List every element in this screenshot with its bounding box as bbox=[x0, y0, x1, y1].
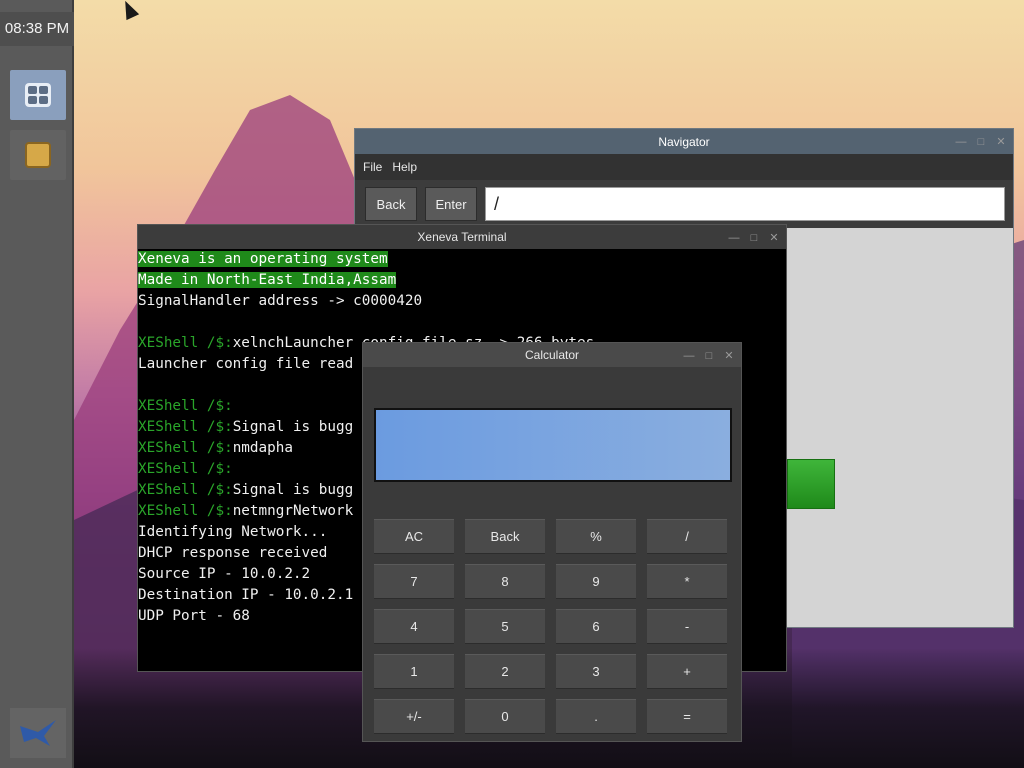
minimize-icon[interactable]: — bbox=[955, 136, 967, 148]
terminal-text: UDP Port - 68 bbox=[138, 608, 250, 624]
terminal-title: Xeneva Terminal bbox=[417, 230, 507, 244]
calc-key[interactable]: / bbox=[647, 519, 727, 553]
terminal-text: nmdapha bbox=[232, 440, 293, 456]
maximize-icon[interactable]: □ bbox=[748, 232, 760, 244]
xeneva-logo-icon bbox=[20, 720, 56, 746]
terminal-titlebar[interactable]: Xeneva Terminal — □ ✕ bbox=[138, 225, 786, 249]
calc-key[interactable]: . bbox=[556, 699, 636, 733]
calc-key[interactable]: 6 bbox=[556, 609, 636, 643]
minimize-icon[interactable]: — bbox=[683, 350, 695, 362]
terminal-line: Made in North-East India,Assam bbox=[138, 270, 786, 291]
dock-files-button[interactable] bbox=[10, 130, 66, 180]
calc-key[interactable]: 4 bbox=[374, 609, 454, 643]
maximize-icon[interactable]: □ bbox=[703, 350, 715, 362]
path-input[interactable]: / bbox=[485, 187, 1005, 221]
calc-key[interactable]: 7 bbox=[374, 564, 454, 598]
terminal-text: Source IP - 10.0.2.2 bbox=[138, 566, 311, 582]
files-icon bbox=[25, 142, 51, 168]
navigator-toolbar: Back Enter / bbox=[355, 180, 1013, 228]
terminal-text: Made in North-East India,Assam bbox=[138, 272, 397, 288]
calc-key[interactable]: AC bbox=[374, 519, 454, 553]
file-item[interactable] bbox=[787, 459, 835, 509]
calc-key[interactable]: + bbox=[647, 654, 727, 688]
maximize-icon[interactable]: □ bbox=[975, 136, 987, 148]
terminal-text: SignalHandler address -> c0000420 bbox=[138, 293, 423, 309]
calc-key[interactable]: 5 bbox=[465, 609, 545, 643]
calculator-window: Calculator — □ ✕ AC Back% / 7 8 9 * 4 5 6- 1 2 3 + +/-… bbox=[362, 342, 742, 742]
shell-prompt: XEShell /$: bbox=[138, 398, 233, 414]
close-icon[interactable]: ✕ bbox=[723, 350, 735, 362]
calc-key[interactable]: 2 bbox=[465, 654, 545, 688]
terminal-text: Identifying Network... bbox=[138, 524, 328, 540]
calculator-title: Calculator bbox=[524, 348, 580, 362]
calculator-icon bbox=[25, 83, 51, 107]
calculator-titlebar[interactable]: Calculator — □ ✕ bbox=[363, 343, 741, 367]
calculator-display bbox=[374, 408, 732, 482]
clock: 08:38 PM bbox=[0, 12, 74, 46]
terminal-text: Xeneva is an operating system bbox=[138, 251, 388, 267]
shell-prompt: XEShell /$: bbox=[138, 419, 233, 435]
terminal-text: DHCP response received bbox=[138, 545, 328, 561]
calc-key[interactable]: % bbox=[556, 519, 636, 553]
shell-prompt: XEShell /$: bbox=[138, 461, 233, 477]
navigator-title: Navigator bbox=[658, 134, 710, 149]
terminal-line: Xeneva is an operating system bbox=[138, 249, 786, 270]
calc-key[interactable]: 8 bbox=[465, 564, 545, 598]
enter-button[interactable]: Enter bbox=[425, 187, 477, 221]
taskbar: 08:38 PM bbox=[0, 0, 74, 768]
terminal-text: Signal is bugg bbox=[232, 419, 354, 435]
start-button[interactable] bbox=[10, 708, 66, 758]
calc-key[interactable]: 0 bbox=[465, 699, 545, 733]
menu-help[interactable]: Help bbox=[392, 160, 417, 174]
back-button[interactable]: Back bbox=[365, 187, 417, 221]
calc-key[interactable]: Back bbox=[465, 519, 545, 553]
terminal-text: Signal is bugg bbox=[232, 482, 354, 498]
calc-key[interactable]: * bbox=[647, 564, 727, 598]
shell-prompt: XEShell /$: bbox=[138, 335, 233, 351]
shell-prompt: XEShell /$: bbox=[138, 482, 233, 498]
calc-key[interactable]: 1 bbox=[374, 654, 454, 688]
calc-key[interactable]: 9 bbox=[556, 564, 636, 598]
navigator-titlebar[interactable]: Navigator — □ ✕ bbox=[355, 129, 1013, 154]
shell-prompt: XEShell /$: bbox=[138, 503, 233, 519]
terminal-line: SignalHandler address -> c0000420 bbox=[138, 291, 786, 312]
close-icon[interactable]: ✕ bbox=[995, 136, 1007, 148]
minimize-icon[interactable]: — bbox=[728, 232, 740, 244]
close-icon[interactable]: ✕ bbox=[768, 232, 780, 244]
terminal-text: netmngrNetwork bbox=[232, 503, 354, 519]
terminal-text: Destination IP - 10.0.2.1 bbox=[138, 587, 354, 603]
calc-key[interactable]: - bbox=[647, 609, 727, 643]
calc-key[interactable]: 3 bbox=[556, 654, 636, 688]
shell-prompt: XEShell /$: bbox=[138, 440, 233, 456]
dock-calculator-button[interactable] bbox=[10, 70, 66, 120]
calc-key[interactable]: +/- bbox=[374, 699, 454, 733]
menu-file[interactable]: File bbox=[363, 160, 382, 174]
navigator-menubar: File Help bbox=[355, 154, 1013, 180]
calc-key[interactable]: = bbox=[647, 699, 727, 733]
terminal-text: Launcher config file read bbox=[138, 356, 354, 372]
